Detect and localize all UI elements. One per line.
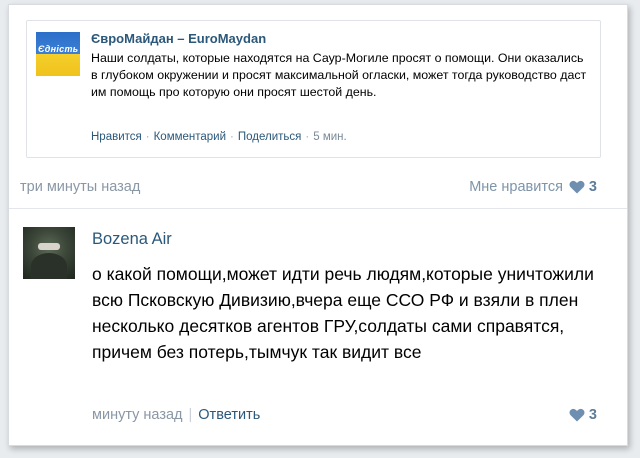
post-like-link[interactable]: Нравится xyxy=(91,131,142,143)
post-share-link[interactable]: Поделиться xyxy=(238,131,302,143)
separator-dot: · xyxy=(145,131,150,143)
separator-bar: | xyxy=(188,407,193,423)
separator-dot: · xyxy=(305,131,310,143)
comment-author[interactable]: Bozena Air xyxy=(92,230,172,249)
post-comment-link[interactable]: Комментарий xyxy=(154,131,226,143)
comment-meta-row: минуту назад | Ответить xyxy=(92,407,260,423)
separator-dot: · xyxy=(230,131,234,143)
share-like-count: 3 xyxy=(588,179,597,195)
post-time[interactable]: 5 мин. xyxy=(313,131,346,143)
post-avatar-text: Єдність xyxy=(38,44,79,54)
avatar-face xyxy=(38,243,60,250)
comment-text: о какой помощи,может идти речь людям,кот… xyxy=(92,264,594,362)
divider xyxy=(9,208,627,209)
post-actions: Нравится · Комментарий · Поделиться · 5 мин. xyxy=(91,131,347,143)
heart-icon xyxy=(569,180,585,194)
post-text: Наши солдаты, которые находятся на Саур-… xyxy=(91,51,587,99)
heart-icon xyxy=(569,408,585,422)
share-time[interactable]: три минуты назад xyxy=(20,179,140,195)
shared-post: Єдність ЄвроМайдан – EuroMaydan Наши сол… xyxy=(26,20,601,158)
screenshot-card: Єдність ЄвроМайдан – EuroMaydan Наши сол… xyxy=(8,4,628,446)
share-meta-row: три минуты назад Мне нравится 3 xyxy=(9,173,627,209)
reply-button[interactable]: Ответить xyxy=(198,407,260,423)
share-like-label: Мне нравится xyxy=(469,179,563,195)
comment-like-button[interactable]: 3 xyxy=(563,407,597,423)
share-like-button[interactable]: Мне нравится 3 xyxy=(469,179,597,195)
comment-avatar[interactable] xyxy=(23,227,75,279)
post-title[interactable]: ЄвроМайдан – EuroMaydan xyxy=(91,31,266,46)
post-avatar[interactable]: Єдність xyxy=(36,32,80,76)
comment-like-count: 3 xyxy=(588,407,597,423)
comment-time[interactable]: минуту назад xyxy=(92,407,183,423)
avatar-body xyxy=(31,253,67,279)
